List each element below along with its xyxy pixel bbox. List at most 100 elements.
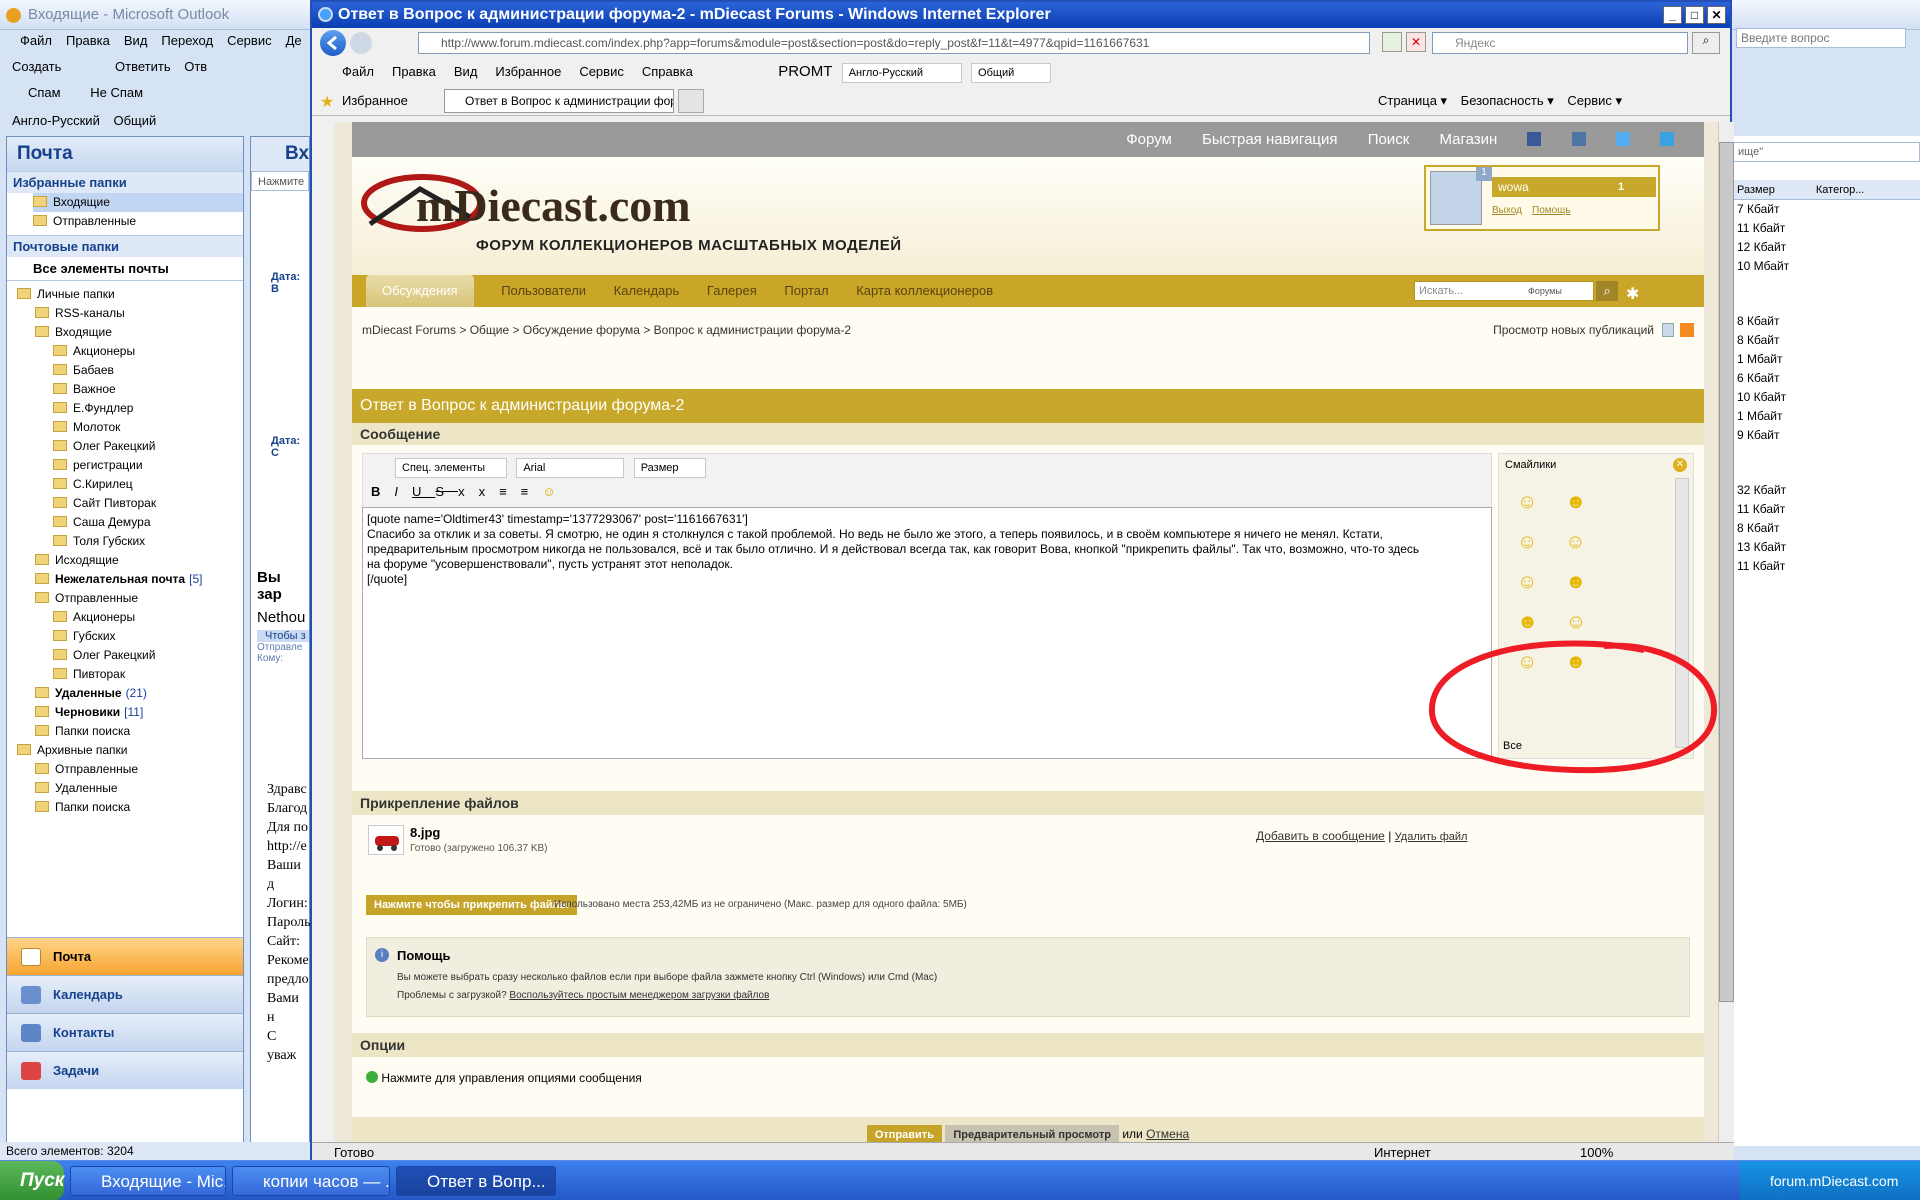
outlook-menu-item[interactable]: Переход (161, 33, 213, 48)
outlook-menu-item[interactable]: Де (286, 33, 302, 48)
close-button[interactable]: ✕ (1707, 6, 1726, 24)
forward-button[interactable] (350, 32, 372, 54)
topnav-quicknav[interactable]: Быстрая навигация (1202, 131, 1338, 148)
facebook-icon[interactable] (1527, 132, 1542, 146)
new-tab-button[interactable] (678, 89, 704, 113)
folder-item[interactable]: Отправленные (7, 760, 243, 779)
smilies-close-icon[interactable]: ✕ (1673, 458, 1687, 472)
outlook-menu-item[interactable]: Вид (124, 33, 148, 48)
folder-item[interactable]: регистрации (7, 456, 243, 475)
outlook-menu-item[interactable]: Файл (20, 33, 52, 48)
user-avatar[interactable] (1430, 171, 1482, 225)
add-to-post-link[interactable]: Добавить в сообщение (1256, 829, 1385, 843)
favorites-star-icon[interactable]: ★ (320, 92, 334, 112)
folder-item[interactable]: Е.Фундлер (7, 399, 243, 418)
folder-item[interactable]: Важное (7, 380, 243, 399)
delete-file-link[interactable]: Удалить файл (1395, 831, 1468, 843)
search-submit-icon[interactable]: ⌕ (1596, 281, 1618, 301)
smiley-icon[interactable]: ☺ (1566, 611, 1586, 633)
date-group-2[interactable]: Дата: С (251, 435, 309, 459)
message-textarea[interactable]: [quote name='Oldtimer43' timestamp='1377… (362, 507, 1492, 759)
maximize-button[interactable]: □ (1685, 6, 1704, 24)
browser-tab[interactable]: Ответ в Вопрос к администрации форума-2.… (444, 89, 674, 113)
favorites-header[interactable]: Избранные папки (7, 171, 243, 193)
smiley-icon[interactable]: ☻ (1565, 491, 1586, 513)
crumb-discussion[interactable]: Обсуждение форума (523, 323, 640, 337)
smiley-icon[interactable]: ☺ (1517, 491, 1537, 513)
folder-item[interactable]: Личные папки (7, 285, 243, 304)
date-group-1[interactable]: Дата: В (251, 271, 309, 295)
page-scrollbar[interactable] (1718, 122, 1734, 1142)
taskbar-ie-copies[interactable]: копии часов — ... (232, 1166, 390, 1196)
size-col-header[interactable]: Размер (1737, 184, 1775, 196)
security-menu[interactable]: Безопасность (1461, 93, 1544, 108)
new-posts-link[interactable]: Просмотр новых публикаций (1493, 307, 1654, 353)
inbox-search[interactable]: Нажмите (251, 171, 309, 191)
folder-item[interactable]: Саша Демура (7, 513, 243, 532)
file-thumbnail[interactable] (368, 825, 404, 855)
ie-menu-item[interactable]: Файл (342, 60, 374, 84)
simple-uploader-link[interactable]: Воспользуйтесь простым менеджером загруз… (509, 990, 769, 1001)
special-elements-select[interactable]: Спец. элементы (395, 458, 507, 478)
reply-all-button[interactable]: Отв (184, 59, 207, 74)
url-input[interactable]: http://www.forum.mdiecast.com/index.php?… (418, 32, 1370, 54)
promt-topic-select[interactable]: Общий (971, 62, 1052, 83)
ie-menu-item[interactable]: Правка (392, 60, 436, 84)
smiley-icon[interactable]: ☺ (1517, 531, 1537, 553)
help-link[interactable]: Помощь (1532, 205, 1571, 216)
promt-direction-select[interactable]: Англо-Русский (841, 62, 962, 83)
folder-item[interactable]: Сайт Пивторак (7, 494, 243, 513)
emoticon-icon[interactable]: ☺ (542, 484, 569, 499)
user-menu[interactable]: wowa (1492, 177, 1632, 197)
italic-icon[interactable]: I (394, 484, 412, 499)
logout-link[interactable]: Выход (1492, 205, 1522, 216)
folder-item[interactable]: Толя Губских (7, 532, 243, 551)
ie-menu-item[interactable]: Вид (454, 60, 478, 84)
yandex-search[interactable]: Яндекс (1432, 32, 1688, 54)
mail-folders-header[interactable]: Почтовые папки (7, 235, 243, 257)
user-count-menu[interactable]: 1 (1612, 177, 1656, 197)
back-button[interactable] (320, 30, 346, 56)
scroll-thumb[interactable] (1719, 142, 1734, 1002)
tab-discussions[interactable]: Обсуждения (366, 275, 474, 307)
folder-item[interactable]: Входящие (7, 323, 243, 342)
folder-item[interactable]: Губских (7, 627, 243, 646)
bullet-list-icon[interactable]: ≡ (499, 484, 521, 499)
folder-item[interactable]: RSS-каналы (7, 304, 243, 323)
smiley-icon[interactable]: ☻ (1565, 571, 1586, 593)
folder-item[interactable]: Папки поиска (7, 722, 243, 741)
ie-menu-item[interactable]: Сервис (579, 60, 624, 84)
folder-item[interactable]: Архивные папки (7, 741, 243, 760)
font-select[interactable]: Arial (516, 458, 625, 478)
folder-item[interactable]: Бабаев (7, 361, 243, 380)
folder-item[interactable]: Пивторак (7, 665, 243, 684)
spam-button[interactable]: Спам (12, 85, 61, 100)
favorite-sent[interactable]: Отправленные (33, 212, 243, 231)
crumb-general[interactable]: Общие (470, 323, 509, 337)
topnav-shop[interactable]: Магазин (1439, 131, 1497, 148)
smiley-icon[interactable]: ☺ (1517, 571, 1537, 593)
vk-icon[interactable] (1571, 132, 1586, 146)
tab-gallery[interactable]: Галерея (707, 283, 757, 298)
crumb-home[interactable]: mDiecast Forums (362, 323, 456, 337)
category-col-header[interactable]: Категор... (1816, 184, 1865, 196)
folder-item[interactable]: Акционеры (7, 608, 243, 627)
folder-item[interactable]: Акционеры (7, 342, 243, 361)
smiley-icon[interactable]: ☻ (1517, 611, 1538, 633)
taskbar-ie-forum[interactable]: Ответ в Вопр... (396, 1166, 556, 1196)
forum-logo[interactable]: mDiecast.com (416, 179, 691, 232)
tab-map[interactable]: Карта коллекционеров (856, 283, 993, 298)
nav-contacts-button[interactable]: Контакты (7, 1013, 243, 1051)
start-button[interactable]: Пуск (0, 1161, 64, 1200)
tab-portal[interactable]: Портал (784, 283, 828, 298)
crumb-topic[interactable]: Вопрос к администрации форума-2 (654, 323, 851, 337)
refresh-button[interactable] (1382, 32, 1402, 52)
nav-calendar-button[interactable]: Календарь (7, 975, 243, 1013)
folder-item[interactable]: Нежелательная почта [5] (7, 570, 243, 589)
search-scope-select[interactable]: Форумы (1528, 283, 1562, 299)
translate-direction-select[interactable]: Англо-Русский (12, 113, 100, 128)
options-toggle[interactable]: Нажмите для управления опциями сообщения (352, 1057, 1704, 1099)
page-menu[interactable]: Страница (1378, 93, 1437, 108)
ie-menu-item[interactable]: Справка (642, 60, 693, 84)
reply-button[interactable]: Ответить (115, 59, 171, 74)
